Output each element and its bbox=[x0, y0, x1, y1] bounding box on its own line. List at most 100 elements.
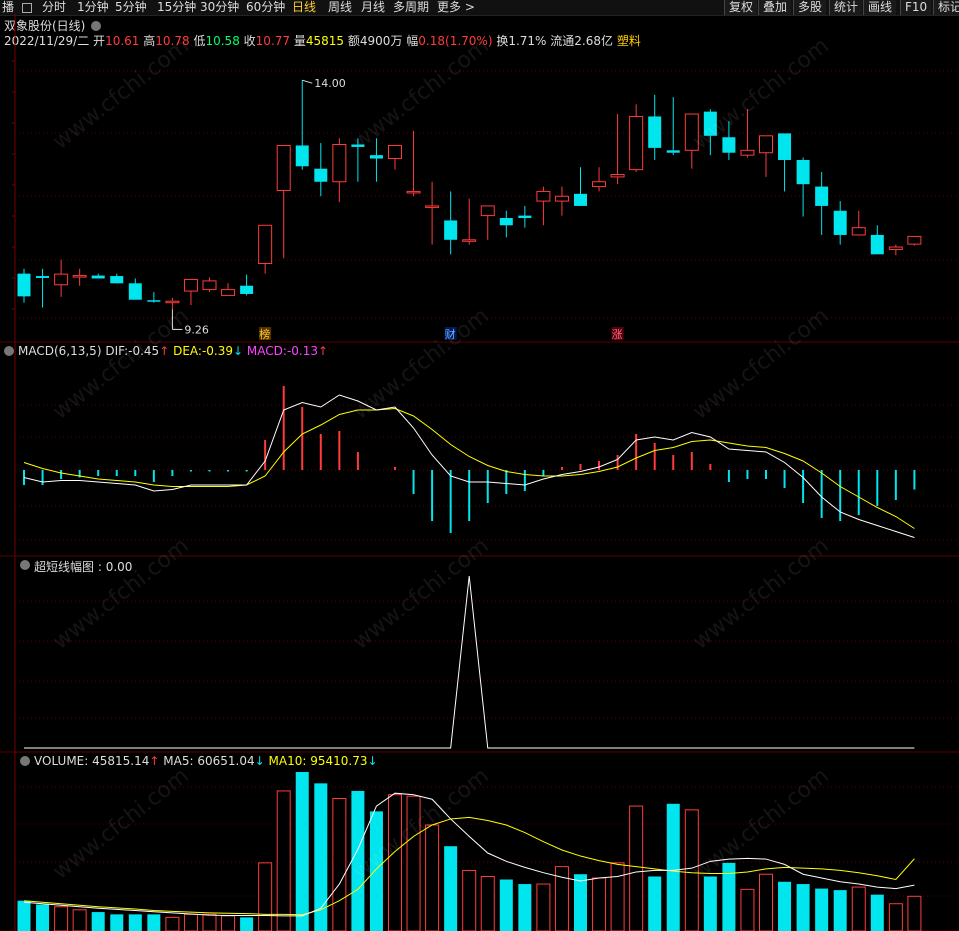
candle-body bbox=[684, 113, 699, 151]
volume-bar bbox=[574, 874, 587, 931]
candle-body bbox=[240, 285, 254, 294]
watermark: www.cfchi.com bbox=[348, 533, 493, 654]
candle-body bbox=[888, 246, 903, 250]
candle-body bbox=[351, 144, 365, 147]
candle-body bbox=[295, 145, 309, 167]
candle-body bbox=[17, 273, 31, 297]
tab-period-10[interactable]: 更多 > bbox=[437, 0, 475, 15]
dea-line bbox=[23, 407, 915, 529]
stock-chart: 14.00 9.26 榜 财 涨 www.cfchi.com www.cfchi.com ww… bbox=[0, 14, 959, 931]
change-value: 0.18(1.70%) bbox=[418, 34, 493, 48]
sector-value[interactable]: 塑料 bbox=[617, 34, 641, 48]
volume-bar bbox=[183, 913, 198, 931]
high-value: 10.78 bbox=[155, 34, 190, 48]
tab-period-3[interactable]: 15分钟 bbox=[157, 0, 196, 15]
chevron-down-icon[interactable] bbox=[4, 346, 14, 356]
dif-label: DIF: bbox=[105, 344, 129, 358]
chevron-down-icon[interactable] bbox=[91, 21, 102, 31]
volume-bar bbox=[388, 794, 402, 931]
volume-bar bbox=[554, 866, 569, 931]
candle-body bbox=[332, 144, 347, 183]
watermark: www.cfchi.com bbox=[688, 763, 833, 884]
chevron-down-icon[interactable] bbox=[20, 756, 30, 766]
volume-value: 45815.14 bbox=[92, 754, 150, 768]
ma5-arrow-icon: ↓ bbox=[254, 754, 265, 768]
candle-body bbox=[851, 227, 866, 236]
open-value: 10.61 bbox=[105, 34, 140, 48]
ma5-line bbox=[23, 792, 915, 917]
tab-period-9[interactable]: 多周期 bbox=[393, 0, 429, 15]
broadcast-button[interactable]: 播 bbox=[2, 0, 14, 15]
tab-period-1[interactable]: 1分钟 bbox=[77, 0, 109, 15]
vol-label: 量 bbox=[293, 34, 306, 48]
tab-period-7[interactable]: 周线 bbox=[328, 0, 352, 15]
volume-bar bbox=[462, 869, 477, 931]
candle-body bbox=[147, 300, 161, 302]
volume-bar bbox=[240, 917, 254, 931]
change-label: 幅 bbox=[406, 34, 419, 48]
watermark: www.cfchi.com bbox=[48, 763, 193, 884]
candle-body bbox=[425, 205, 440, 208]
shortline-name: 超短线幅图 bbox=[34, 560, 95, 574]
candle-body bbox=[592, 181, 607, 188]
tab-period-4[interactable]: 30分钟 bbox=[200, 0, 239, 15]
tab-period-6[interactable]: 日线 bbox=[292, 0, 316, 15]
stock-title: 双象股份(日线) bbox=[4, 19, 86, 33]
candle-body bbox=[314, 168, 328, 182]
toolbar-button-6[interactable]: 标记 bbox=[933, 0, 959, 15]
volume-bar bbox=[128, 914, 142, 931]
ma10-line bbox=[23, 816, 915, 916]
toolbar-button-4[interactable]: 画线 bbox=[863, 0, 897, 15]
volume-bar bbox=[221, 915, 236, 931]
dif-arrow-icon: ↑ bbox=[159, 344, 170, 358]
candle-body bbox=[554, 195, 569, 202]
toolbar-button-0[interactable]: 复权 bbox=[724, 0, 758, 15]
tab-period-5[interactable]: 60分钟 bbox=[246, 0, 285, 15]
volume-bar bbox=[629, 805, 644, 931]
candle-body bbox=[258, 224, 273, 264]
tab-period-2[interactable]: 5分钟 bbox=[115, 0, 147, 15]
max-label-pointer bbox=[302, 79, 313, 84]
candle-body bbox=[72, 275, 87, 278]
amount-value: 4900万 bbox=[359, 34, 403, 48]
volume-bar bbox=[610, 862, 625, 931]
dea-label: DEA: bbox=[173, 344, 202, 358]
watermark: www.cfchi.com bbox=[348, 303, 493, 424]
toolbar-button-3[interactable]: 统计 bbox=[829, 0, 863, 15]
candle-body bbox=[499, 218, 513, 226]
volume-bar bbox=[72, 909, 87, 931]
volume-bar bbox=[36, 904, 50, 931]
dea-value: -0.39 bbox=[201, 344, 234, 358]
volume-bar bbox=[202, 913, 217, 931]
marker-bang: 榜 bbox=[259, 327, 270, 341]
candle-body bbox=[833, 210, 847, 235]
candle-body bbox=[91, 275, 105, 279]
volume-bar bbox=[276, 790, 291, 931]
volume-bar bbox=[295, 772, 309, 931]
amount-label: 额 bbox=[347, 34, 360, 48]
ma10-value: 95410.73 bbox=[310, 754, 368, 768]
max-price-label: 14.00 bbox=[314, 77, 346, 90]
candle-body bbox=[165, 300, 180, 304]
toolbar-button-1[interactable]: 叠加 bbox=[758, 0, 792, 15]
candle-body bbox=[462, 239, 477, 242]
toolbar-button-2[interactable]: 多股 bbox=[793, 0, 827, 15]
volume-bar bbox=[684, 809, 699, 931]
volume-bar bbox=[54, 906, 69, 931]
volume-bar bbox=[314, 783, 328, 931]
toolbar-button-5[interactable]: F10 bbox=[900, 0, 932, 15]
volume-bar bbox=[369, 811, 383, 931]
volume-bar bbox=[833, 890, 847, 931]
candle-body bbox=[722, 137, 736, 153]
shortline-value: : 0.00 bbox=[97, 560, 133, 574]
marker-bang-bg bbox=[259, 327, 272, 340]
tab-period-0[interactable]: 分时 bbox=[42, 0, 66, 15]
volume-arrow-icon: ↑ bbox=[149, 754, 160, 768]
square-icon[interactable] bbox=[22, 3, 32, 13]
macd-name: MACD(6,13,5) bbox=[18, 344, 102, 358]
chevron-down-icon[interactable] bbox=[20, 560, 30, 570]
candle-body bbox=[128, 283, 142, 300]
watermark: www.cfchi.com bbox=[688, 303, 833, 424]
tab-period-8[interactable]: 月线 bbox=[361, 0, 385, 15]
volume-bar bbox=[815, 888, 829, 931]
